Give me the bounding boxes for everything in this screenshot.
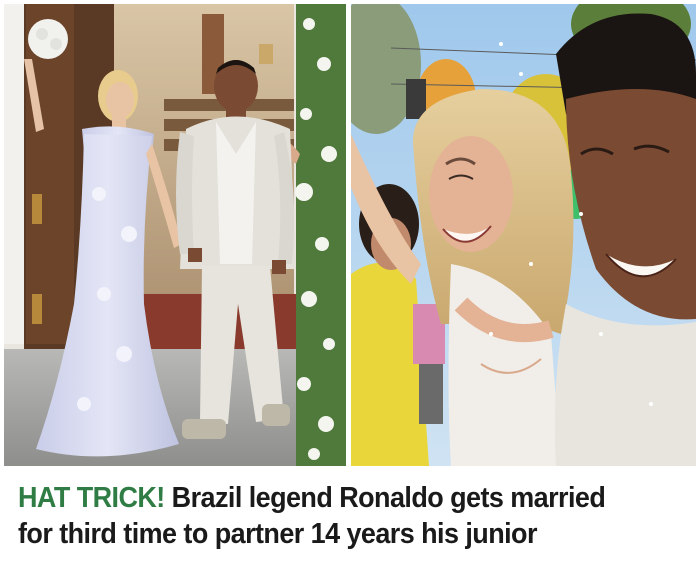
headline-text-line-1: Brazil legend Ronaldo gets married: [171, 482, 606, 514]
headline-line-1: HAT TRICK! Brazil legend Ronaldo gets ma…: [18, 480, 639, 516]
headline-kicker: HAT TRICK!: [18, 482, 165, 514]
wedding-couple-illustration: [4, 4, 346, 466]
couple-laughing-illustration: [351, 4, 696, 466]
article-headline[interactable]: HAT TRICK! Brazil legend Ronaldo gets ma…: [18, 480, 639, 552]
couple-laughing-photo[interactable]: [351, 4, 696, 466]
wedding-couple-photo[interactable]: [4, 4, 346, 466]
article-card[interactable]: HAT TRICK! Brazil legend Ronaldo gets ma…: [0, 0, 700, 564]
headline-line-2: for third time to partner 14 years his j…: [18, 518, 537, 550]
